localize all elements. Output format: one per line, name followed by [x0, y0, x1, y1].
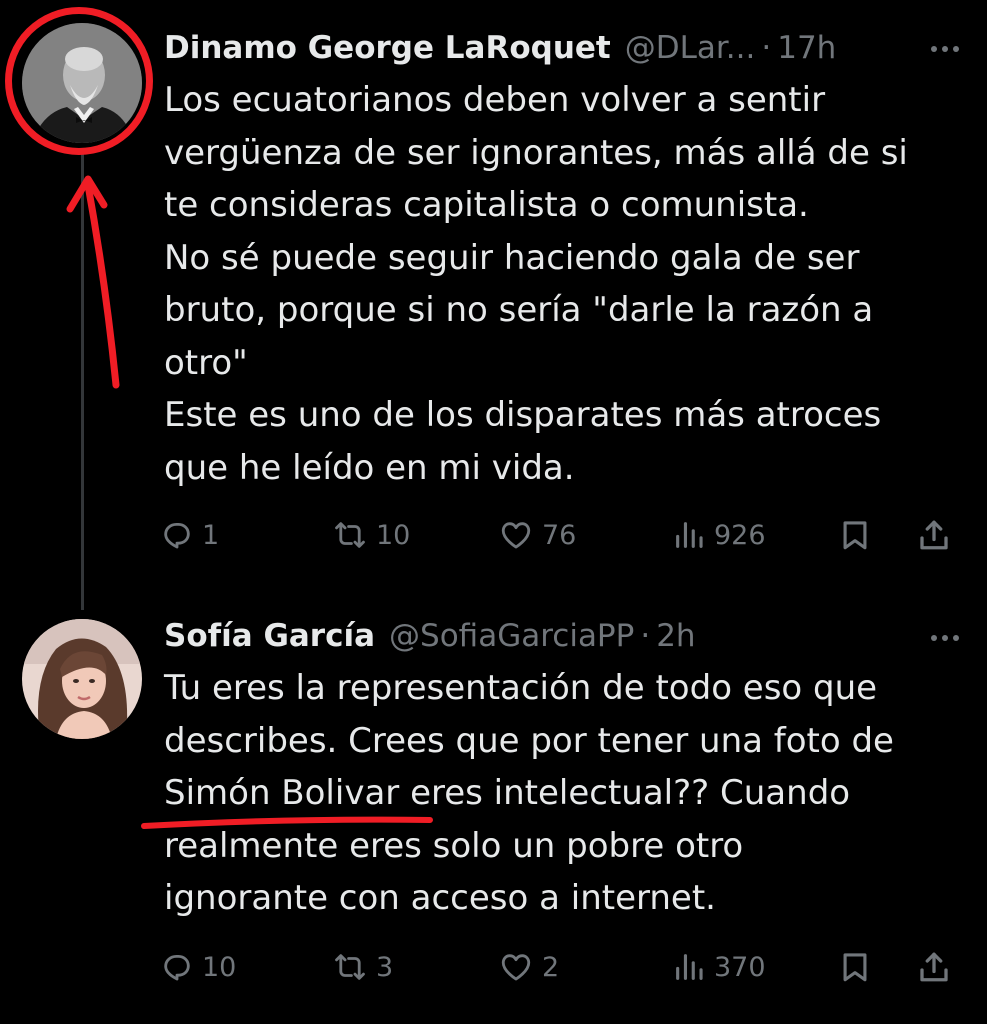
like-button[interactable]: 2 — [498, 942, 559, 992]
timestamp[interactable]: 2h — [656, 614, 695, 658]
tweet-line: describes. Crees que por tener una foto … — [164, 720, 894, 761]
bookmark-button[interactable] — [838, 942, 872, 992]
retweet-icon — [335, 954, 365, 980]
more-icon[interactable] — [925, 34, 965, 64]
separator-dot: · — [761, 30, 772, 66]
tweet-line: ignorante con acceso a internet. — [164, 878, 716, 918]
avatar-sofia[interactable] — [22, 619, 142, 739]
views-button[interactable]: 926 — [672, 510, 766, 560]
retweet-icon — [335, 522, 365, 548]
views-icon — [676, 522, 703, 548]
tweet-actions: 10 3 2 370 — [160, 942, 965, 992]
reply-button[interactable]: 10 — [160, 942, 236, 992]
tweet-text: Los ecuatorianos deben volver a sentir v… — [164, 74, 964, 494]
avatar-dinamo[interactable] — [22, 23, 142, 143]
reply-icon — [164, 954, 190, 981]
views-count: 370 — [714, 951, 766, 983]
tweet-line: Simón Bolivar eres intelectual?? Cuando — [164, 773, 851, 813]
tweet-line: vergüenza de ser ignorantes, más allá de… — [164, 132, 908, 173]
heart-icon — [501, 522, 531, 549]
views-button[interactable]: 370 — [672, 942, 766, 992]
tweet-line: Los ecuatorianos deben volver a sentir — [164, 80, 826, 120]
tweet-header: Dinamo George LaRoquet @DLar... · 17h — [164, 26, 836, 70]
retweet-count: 10 — [376, 519, 411, 551]
tweet-line: bruto, porque si no sería "darle la razó… — [164, 290, 874, 330]
user-handle[interactable]: @SofiaGarciaPP — [389, 614, 634, 658]
share-icon — [920, 520, 948, 550]
tweet-line: te consideras capitalista o comunista. — [164, 185, 809, 225]
heart-icon — [501, 954, 531, 981]
bookmark-button[interactable] — [838, 510, 872, 560]
tweet-header: Sofía García @SofiaGarciaPP · 2h — [164, 614, 696, 658]
tweet-line: Tu eres la representación de todo eso qu… — [164, 668, 878, 708]
like-count: 2 — [542, 951, 560, 983]
display-name[interactable]: Sofía García — [164, 614, 375, 658]
tweet-text: Tu eres la representación de todo eso qu… — [164, 662, 964, 925]
views-icon — [676, 954, 703, 980]
like-button[interactable]: 76 — [498, 510, 576, 560]
tweet-line: realmente eres solo un pobre otro — [164, 825, 744, 866]
tweet-line: Este es uno de los disparates más atroce… — [164, 395, 882, 435]
thread-connector-line — [81, 150, 84, 610]
retweet-count: 3 — [376, 951, 394, 983]
bookmark-icon — [843, 521, 867, 550]
share-icon — [920, 952, 948, 982]
timestamp[interactable]: 17h — [777, 26, 836, 70]
profile-photo — [22, 619, 142, 739]
share-button[interactable] — [916, 942, 952, 992]
tweet-line: No sé puede seguir haciendo gala de ser — [164, 237, 860, 278]
reply-button[interactable]: 1 — [160, 510, 219, 560]
reply-count: 1 — [202, 519, 220, 551]
separator-dot: · — [640, 618, 651, 654]
user-handle[interactable]: @DLar... — [625, 26, 756, 70]
display-name[interactable]: Dinamo George LaRoquet — [164, 26, 611, 70]
tweet-actions: 1 10 76 926 — [160, 510, 965, 560]
like-count: 76 — [542, 519, 577, 551]
retweet-button[interactable]: 10 — [332, 510, 410, 560]
portrait-photo — [22, 23, 142, 143]
reply-icon — [164, 522, 190, 549]
reply-count: 10 — [202, 951, 237, 983]
tweet-line: otro" — [164, 342, 248, 383]
more-icon[interactable] — [925, 623, 965, 653]
views-count: 926 — [714, 519, 766, 551]
tweet-line: que he leído en mi vida. — [164, 447, 575, 488]
retweet-button[interactable]: 3 — [332, 942, 393, 992]
annotation-arrow — [66, 175, 120, 389]
share-button[interactable] — [916, 510, 952, 560]
bookmark-icon — [843, 953, 867, 982]
